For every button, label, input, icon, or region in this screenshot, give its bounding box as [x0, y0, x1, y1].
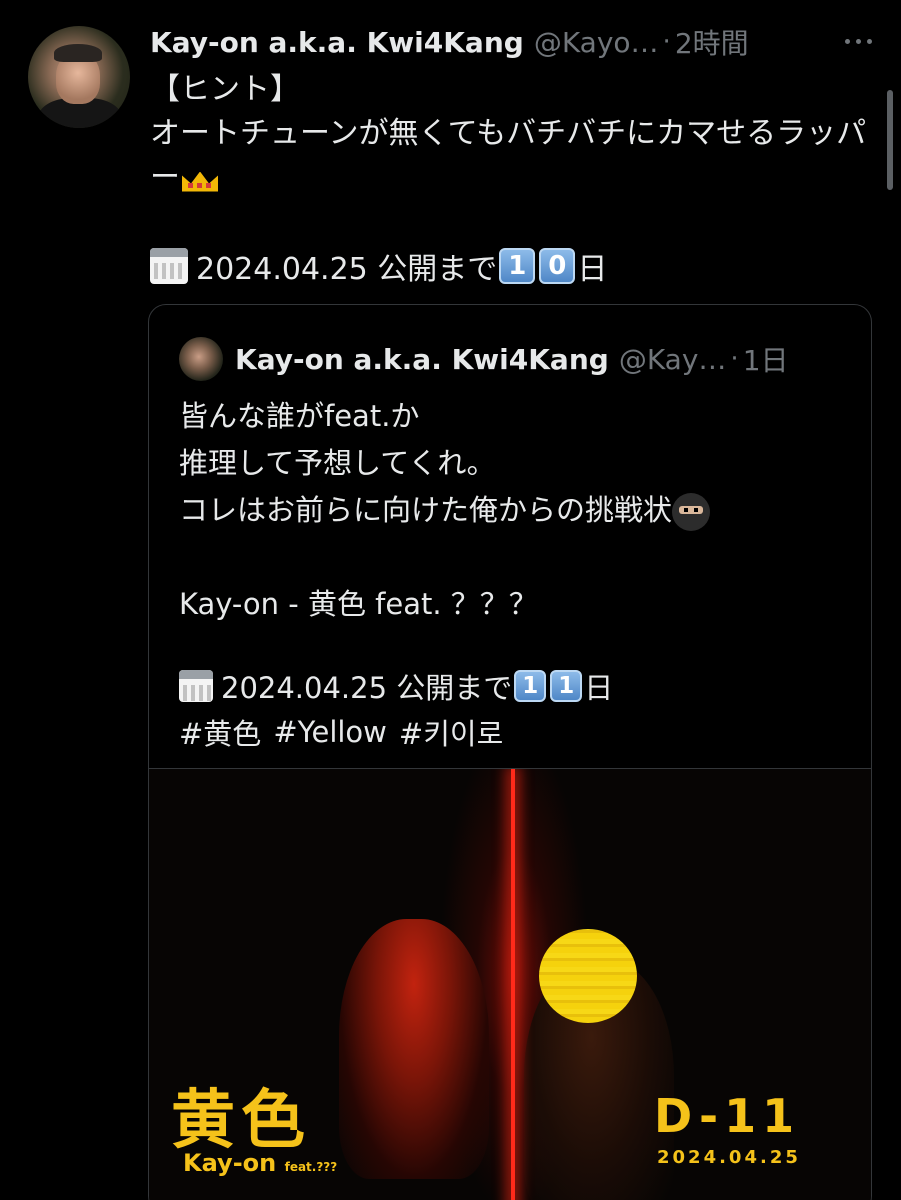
quoted-text-body: 皆んな誰がfeat.か 推理して予想してくれ。 コレはお前らに向けた俺からの挑戦…: [179, 399, 673, 527]
author-handle[interactable]: @Kayo…: [534, 26, 659, 59]
quoted-date-prefix: 2024.04.25 公開まで: [221, 671, 513, 705]
poster-figure-left: [339, 919, 489, 1179]
quoted-author-avatar: [179, 337, 223, 381]
keycap-digit-icon: 1: [514, 670, 547, 702]
quoted-tweet-header: Kay-on a.k.a. Kwi4Kang @Kay… · 1日: [235, 337, 789, 381]
separator-dot: ·: [662, 27, 671, 57]
more-icon[interactable]: [836, 24, 880, 58]
quoted-handle: @Kay…: [618, 342, 727, 376]
keycap-digit-icon: 1: [550, 670, 583, 702]
tweet-timestamp[interactable]: 2時間: [675, 22, 749, 62]
calendar-icon: [179, 670, 213, 702]
scrollbar[interactable]: [887, 90, 893, 190]
poster-title: 黄色: [171, 1083, 311, 1158]
keycap-digit-icon: 0: [539, 248, 576, 284]
tweet-text: 【ヒント】 オートチューンが無くてもバチバチにカマせるラッパー: [150, 68, 880, 200]
quoted-tweet-card[interactable]: Kay-on a.k.a. Kwi4Kang @Kay… · 1日 皆んな誰がf…: [148, 304, 872, 1200]
separator-dot: ·: [730, 344, 739, 374]
date-line-prefix: 2024.04.25 公開まで: [196, 252, 498, 287]
poster-countdown: D-11: [654, 1089, 801, 1143]
hashtag-list: #黄色 #Yellow #키이로: [179, 709, 515, 755]
quoted-text-body-2: Kay-on - 黄色 feat. ？？？: [179, 587, 538, 621]
poster-artist-name: Kay-on: [183, 1149, 277, 1177]
keycap-digit-icon: 1: [499, 248, 536, 284]
poster-image[interactable]: 黄色 Kay-on feat.??? D-11 2024.04.25: [149, 768, 871, 1200]
poster-artist: Kay-on feat.???: [183, 1149, 337, 1177]
date-line-suffix: 日: [577, 252, 608, 287]
hashtag-link[interactable]: #키이로: [399, 711, 503, 753]
tweet-text-body: 【ヒント】 オートチューンが無くてもバチバチにカマせるラッパー: [150, 72, 867, 195]
tweet-header: Kay-on a.k.a. Kwi4Kang @Kayo… · 2時間: [150, 22, 890, 62]
poster-date: 2024.04.25: [657, 1147, 801, 1168]
poster-feat: feat.???: [284, 1160, 338, 1174]
hashtag-link[interactable]: #黄色: [179, 711, 261, 753]
author-display-name[interactable]: Kay-on a.k.a. Kwi4Kang: [150, 26, 524, 59]
hashtag-link[interactable]: #Yellow: [273, 715, 387, 749]
author-avatar[interactable]: [28, 26, 130, 128]
quoted-timestamp: 1日: [742, 344, 789, 377]
poster-scribble: [539, 929, 637, 1023]
quoted-display-name: Kay-on a.k.a. Kwi4Kang: [235, 342, 609, 376]
poster-laser-line: [511, 769, 515, 1200]
quoted-tweet-text: 皆んな誰がfeat.か 推理して予想してくれ。 コレはお前らに向けた俺からの挑戦…: [179, 393, 849, 628]
tweet-date-line: 2024.04.25 公開まで 1 0 日: [150, 244, 607, 288]
quoted-date-suffix: 日: [584, 671, 614, 705]
calendar-icon: [150, 248, 188, 284]
ninja-icon: [672, 493, 711, 531]
quoted-date-line: 2024.04.25 公開まで 1 1 日: [179, 663, 613, 709]
crown-icon: [180, 164, 220, 194]
